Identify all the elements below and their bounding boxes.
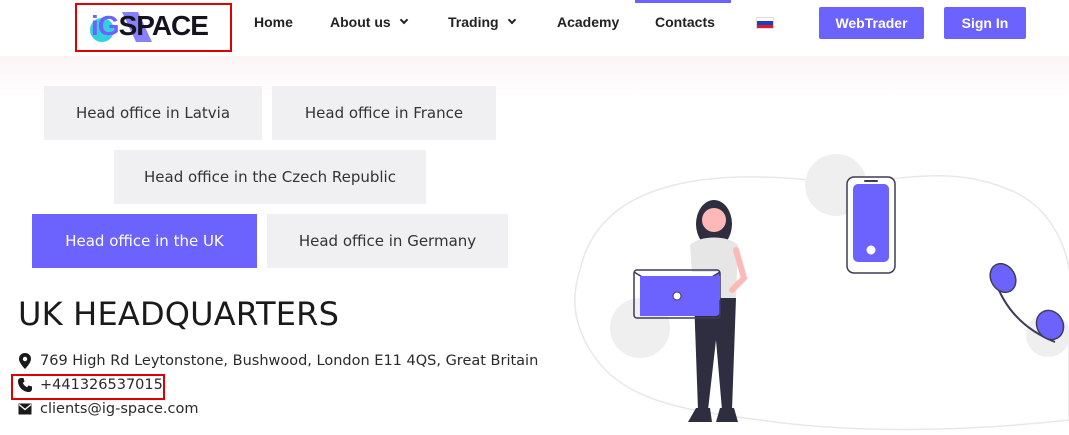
tab-uk[interactable]: Head office in the UK	[32, 214, 257, 268]
tab-france[interactable]: Head office in France	[272, 86, 496, 140]
chevron-down-icon	[507, 15, 516, 25]
nav-academy-label: Academy	[557, 14, 620, 30]
nav-academy[interactable]: Academy	[557, 14, 619, 30]
nav-active-indicator	[635, 0, 731, 3]
nav-about-us[interactable]: About us	[330, 14, 408, 30]
email-text[interactable]: clients@ig-space.com	[40, 401, 198, 417]
chevron-down-icon	[399, 15, 408, 25]
address-row: 769 High Rd Leytonstone, Bushwood, Londo…	[18, 353, 538, 369]
nav-contacts-label: Contacts	[655, 14, 715, 30]
tab-czech-republic[interactable]: Head office in the Czech Republic	[114, 150, 426, 204]
headquarters-title: UK HEADQUARTERS	[18, 295, 340, 333]
smartphone-icon	[846, 176, 896, 274]
signin-button[interactable]: Sign In	[944, 7, 1026, 39]
nav-trading-label: Trading	[448, 14, 499, 30]
contact-illustration	[574, 154, 1069, 431]
nav-home[interactable]: Home	[254, 14, 293, 30]
phone-highlight-box	[11, 374, 165, 400]
russia-flag-icon[interactable]	[756, 17, 774, 29]
nav-home-label: Home	[254, 14, 293, 30]
webtrader-button[interactable]: WebTrader	[819, 7, 924, 39]
tab-latvia[interactable]: Head office in Latvia	[44, 86, 262, 140]
map-marker-icon	[19, 353, 31, 369]
tab-germany[interactable]: Head office in Germany	[267, 214, 508, 268]
page: iGSPACE Home About us Trading Academy Co…	[0, 0, 1069, 435]
nav-trading[interactable]: Trading	[448, 14, 516, 30]
nav-contacts[interactable]: Contacts	[655, 14, 715, 30]
envelope-illustration	[633, 269, 721, 319]
nav-about-us-label: About us	[330, 14, 391, 30]
envelope-icon	[18, 403, 32, 415]
header: iGSPACE Home About us Trading Academy Co…	[0, 0, 1069, 56]
logo-highlight-box	[75, 3, 232, 52]
address-text: 769 High Rd Leytonstone, Bushwood, Londo…	[40, 353, 539, 369]
email-row[interactable]: clients@ig-space.com	[18, 401, 198, 417]
